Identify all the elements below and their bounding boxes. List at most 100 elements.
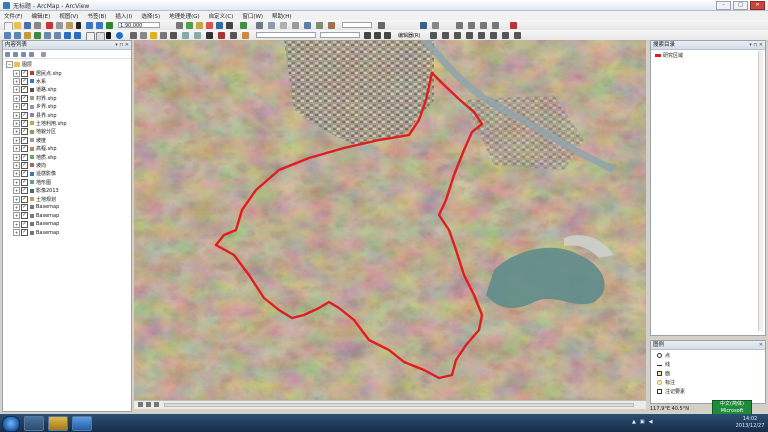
layer-visibility-checkbox[interactable]: ✓ <box>21 119 28 127</box>
tool-icon-6[interactable] <box>492 21 499 29</box>
edit-tool-icon-2[interactable] <box>442 31 449 39</box>
catalog-icon[interactable] <box>196 21 203 29</box>
toc-root[interactable]: − 图层 <box>6 60 32 68</box>
fixed-zoom-out-icon[interactable] <box>54 31 61 39</box>
pan-icon[interactable] <box>24 31 31 39</box>
layer-tool-icon-6[interactable] <box>316 21 323 29</box>
tool-icon-3[interactable] <box>456 21 463 29</box>
search-icon[interactable] <box>206 21 213 29</box>
draw-tool-icon-2[interactable] <box>194 31 201 39</box>
toc-layer-item[interactable]: + ✓ Basemap <box>13 203 59 211</box>
draw-tool-icon-3[interactable] <box>206 31 213 39</box>
layer-visibility-checkbox[interactable]: ✓ <box>21 128 28 136</box>
toc-layer-item[interactable]: + ✓ Basemap <box>13 229 59 237</box>
print-icon[interactable] <box>34 21 41 29</box>
html-popup-icon[interactable] <box>160 31 167 39</box>
zoom-in-icon[interactable] <box>4 31 11 39</box>
expand-icon[interactable]: + <box>13 111 20 119</box>
expand-icon[interactable]: + <box>13 119 20 127</box>
toc-layer-item[interactable]: + ✓ 地貌分区 <box>13 128 56 136</box>
network-icon[interactable]: ▣ <box>640 419 645 425</box>
edit-tool-icon-7[interactable] <box>502 31 509 39</box>
tool-icon-4[interactable] <box>468 21 475 29</box>
toc-layer-item[interactable]: + ✓ 高程.shp <box>13 145 57 153</box>
expand-icon[interactable]: + <box>13 178 20 186</box>
layer-visibility-checkbox[interactable]: ✓ <box>21 187 28 195</box>
layer-visibility-checkbox[interactable]: ✓ <box>21 229 28 237</box>
python-icon[interactable] <box>226 21 233 29</box>
font-combo[interactable] <box>320 31 360 38</box>
horizontal-scrollbar[interactable] <box>164 403 634 407</box>
tray-icon[interactable]: ▲ <box>632 419 636 425</box>
layer-visibility-checkbox[interactable]: ✓ <box>21 103 28 111</box>
draw-tool-icon-6[interactable] <box>242 31 249 39</box>
find-icon[interactable] <box>130 31 137 39</box>
editor-toolbar-icon[interactable] <box>176 21 183 29</box>
menu-selection[interactable]: 选择(S) <box>141 12 160 20</box>
layer-tool-icon-7[interactable] <box>328 21 335 29</box>
save-icon[interactable] <box>24 21 31 29</box>
edit-tool-icon-4[interactable] <box>466 31 473 39</box>
expand-icon[interactable]: + <box>13 94 20 102</box>
expand-icon[interactable]: + <box>13 153 20 161</box>
back-extent-icon[interactable] <box>64 31 71 39</box>
toc-layer-item[interactable]: + ✓ 居民点.shp <box>13 69 62 77</box>
refresh-icon[interactable] <box>154 402 159 407</box>
expand-icon[interactable]: + <box>13 103 20 111</box>
close-button[interactable]: ✕ <box>750 1 765 10</box>
tool-icon-5[interactable] <box>480 21 487 29</box>
list-by-source-icon[interactable] <box>13 51 18 57</box>
expand-icon[interactable]: + <box>13 77 20 85</box>
layer-visibility-checkbox[interactable]: ✓ <box>21 212 28 220</box>
editor-menu[interactable]: 编辑器(R) <box>398 32 420 39</box>
tool-icon-7[interactable] <box>510 21 517 29</box>
georef-icon[interactable] <box>420 21 427 29</box>
edit-tool-icon-6[interactable] <box>490 31 497 39</box>
layer-visibility-checkbox[interactable]: ✓ <box>21 170 28 178</box>
model-builder-icon[interactable] <box>240 21 247 29</box>
menu-geoprocessing[interactable]: 地理处理(G) <box>169 12 200 20</box>
menu-insert[interactable]: 插入(I) <box>115 12 132 20</box>
taskbar-app-folder[interactable] <box>48 416 68 431</box>
toc-layer-item[interactable]: + ✓ 村界.shp <box>13 94 57 102</box>
layer-visibility-checkbox[interactable]: ✓ <box>21 145 28 153</box>
expand-icon[interactable]: + <box>13 195 20 203</box>
expand-icon[interactable]: + <box>13 128 20 136</box>
menu-bookmarks[interactable]: 书签(B) <box>87 12 106 20</box>
expand-icon[interactable]: + <box>13 161 20 169</box>
paste-icon[interactable] <box>66 21 73 29</box>
layer-visibility-checkbox[interactable]: ✓ <box>21 220 28 228</box>
clock[interactable]: 14:02 2013/12/27 <box>734 416 766 430</box>
list-by-drawing-order-icon[interactable] <box>5 51 10 57</box>
draw-tool-icon-5[interactable] <box>230 31 237 39</box>
toc-layer-item[interactable]: + ✓ 水系 <box>13 77 46 85</box>
select-elements-icon[interactable] <box>106 31 111 39</box>
layer-visibility-checkbox[interactable]: ✓ <box>21 153 28 161</box>
cut-icon[interactable] <box>46 21 53 29</box>
options-icon[interactable] <box>41 51 46 57</box>
layer-tool-icon-2[interactable] <box>268 21 275 29</box>
layout-view-icon[interactable] <box>138 402 143 407</box>
layer-visibility-checkbox[interactable]: ✓ <box>21 195 28 203</box>
measure-icon[interactable] <box>140 31 147 39</box>
catalog-scrollbar[interactable] <box>758 51 763 331</box>
layer-visibility-checkbox[interactable]: ✓ <box>21 161 28 169</box>
layer-tool-icon[interactable] <box>256 21 263 29</box>
menu-file[interactable]: 文件(F) <box>4 12 22 20</box>
expand-icon[interactable]: + <box>13 220 20 228</box>
toc-layer-item[interactable]: + ✓ Basemap <box>13 220 59 228</box>
expand-icon[interactable]: + <box>13 136 20 144</box>
toc-layer-item[interactable]: + ✓ Basemap <box>13 212 59 220</box>
layer-visibility-checkbox[interactable]: ✓ <box>21 94 28 102</box>
tool-icon[interactable] <box>378 21 385 29</box>
toc-layer-item[interactable]: + ✓ 坡度 <box>13 136 46 144</box>
layer-visibility-checkbox[interactable]: ✓ <box>21 203 28 211</box>
catalog-panel-buttons[interactable]: ▾ ⊓ ✕ <box>749 41 763 49</box>
redo-icon[interactable] <box>96 21 103 29</box>
layer-tool-icon-4[interactable] <box>292 21 299 29</box>
table-icon[interactable] <box>186 21 193 29</box>
minimize-button[interactable]: – <box>716 1 731 10</box>
edit-tool-icon-3[interactable] <box>454 31 461 39</box>
layer-visibility-checkbox[interactable]: ✓ <box>21 136 28 144</box>
edit-tool-icon[interactable] <box>430 31 437 39</box>
